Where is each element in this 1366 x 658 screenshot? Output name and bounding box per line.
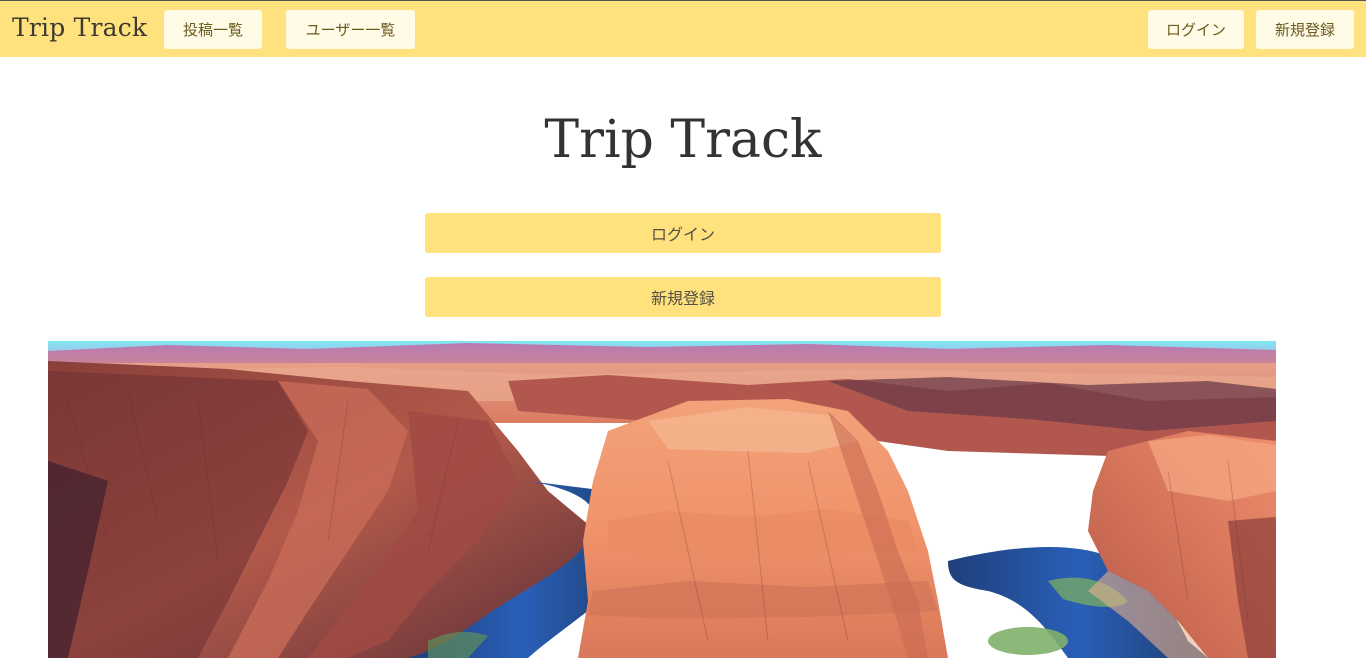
hero-login-button[interactable]: ログイン (425, 213, 941, 253)
nav-posts-link[interactable]: 投稿一覧 (164, 10, 262, 49)
nav-signup-link[interactable]: 新規登録 (1256, 10, 1354, 49)
hero-signup-button[interactable]: 新規登録 (425, 277, 941, 317)
brand-logo-link[interactable]: Trip Track (12, 11, 147, 45)
nav-users-link[interactable]: ユーザー一覧 (286, 10, 415, 49)
nav-login-link[interactable]: ログイン (1148, 10, 1244, 49)
hero-canyon-image (48, 341, 1276, 658)
top-navbar: Trip Track 投稿一覧 ユーザー一覧 ログイン 新規登録 (0, 0, 1366, 57)
hero-title: Trip Track (544, 110, 822, 170)
